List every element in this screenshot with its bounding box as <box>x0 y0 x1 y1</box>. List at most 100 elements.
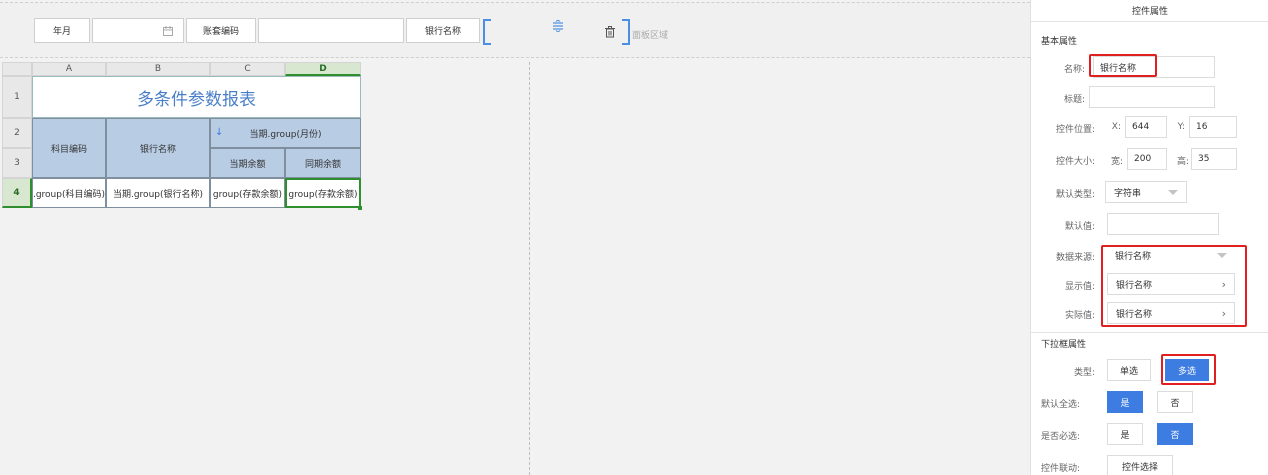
height-value: 35 <box>1198 154 1210 164</box>
position-label: 控件位置: <box>1055 125 1095 135</box>
column-header-label: B <box>154 64 162 74</box>
selection-corner <box>483 19 491 21</box>
type-label: 类型: <box>1073 368 1095 378</box>
default-value-label: 默认值: <box>1064 222 1095 232</box>
data-cell-c4[interactable]: group(存款余额) <box>210 178 285 208</box>
header-bank-name: 银行名称 <box>139 144 176 155</box>
default-all-yes-button[interactable]: 是 <box>1107 391 1143 413</box>
default-type-select[interactable]: 字符串 <box>1105 181 1187 203</box>
y-value: 16 <box>1196 122 1208 132</box>
linkage-select-button[interactable]: 控件选择 <box>1107 455 1173 475</box>
row-header-2[interactable]: 2 <box>2 118 32 148</box>
selection-corner <box>622 19 630 21</box>
row-header-1[interactable]: 1 <box>2 76 32 118</box>
basic-section-title: 基本属性 <box>1041 37 1078 47</box>
report-title: 多条件参数报表 <box>137 89 256 110</box>
column-header-b[interactable]: B <box>106 62 210 76</box>
row-header-4[interactable]: 4 <box>2 178 32 208</box>
move-handle-icon[interactable] <box>552 20 564 32</box>
yes-label: 是 <box>1120 430 1130 441</box>
width-label: 宽: <box>1110 157 1123 167</box>
cell-text: 当期.group(银行名称) <box>112 189 204 200</box>
x-input[interactable]: 644 <box>1125 116 1167 138</box>
row-header-label: 3 <box>14 158 20 168</box>
selection-corner <box>622 43 630 45</box>
header-bank-name-cell[interactable]: 银行名称 <box>106 118 210 178</box>
cell-text: group(存款余额) <box>288 189 358 200</box>
year-month-label: 年月 <box>34 18 90 43</box>
column-header-c[interactable]: C <box>210 62 285 76</box>
y-input[interactable]: 16 <box>1189 116 1237 138</box>
sheet-corner[interactable] <box>2 62 32 76</box>
linkage-label: 控件联动: <box>1041 464 1081 474</box>
width-input[interactable]: 200 <box>1127 148 1167 170</box>
row-header-label: 4 <box>13 187 20 198</box>
bank-name-selected-field[interactable] <box>483 19 630 45</box>
header-current-balance-cell[interactable]: 当期余额 <box>210 148 285 178</box>
caption-input[interactable] <box>1089 86 1215 108</box>
account-code-label: 账套编码 <box>186 18 256 43</box>
size-label: 控件大小: <box>1055 157 1095 167</box>
year-month-input[interactable] <box>92 18 184 43</box>
y-label: Y: <box>1177 122 1185 132</box>
cell-text: group(存款余额) <box>212 189 283 200</box>
width-value: 200 <box>1134 154 1152 164</box>
highlight-box <box>1161 354 1216 385</box>
properties-title: 控件属性 <box>1031 0 1268 22</box>
header-current-balance: 当期余额 <box>229 159 266 170</box>
no-label: 否 <box>1170 430 1180 441</box>
no-label: 否 <box>1170 398 1180 409</box>
data-cell-a4[interactable]: 期.group(科目编码) <box>32 178 106 208</box>
properties-title-text: 控件属性 <box>1131 7 1168 17</box>
header-same-period-balance: 同期余额 <box>304 159 341 170</box>
calendar-icon[interactable] <box>163 25 173 36</box>
expand-down-icon: ↓ <box>215 127 224 138</box>
default-all-no-button[interactable]: 否 <box>1157 391 1193 413</box>
year-month-label-text: 年月 <box>52 27 71 37</box>
x-label: X: <box>1111 122 1121 132</box>
highlight-box <box>1101 245 1247 327</box>
header-subject-code-cell[interactable]: 科目编码 <box>32 118 106 178</box>
column-header-d[interactable]: D <box>285 62 361 76</box>
canvas-divider <box>529 62 530 475</box>
default-value-input[interactable] <box>1107 213 1219 235</box>
column-header-label: D <box>319 63 327 74</box>
default-all-label: 默认全选: <box>1041 400 1081 410</box>
row-header-label: 2 <box>14 128 20 138</box>
properties-panel: 控件属性 基本属性 名称: 银行名称 标题: 控件位置: X: 644 Y: 1… <box>1030 0 1268 475</box>
bank-name-label: 银行名称 <box>406 18 480 43</box>
fill-handle[interactable] <box>358 206 362 210</box>
highlight-box <box>1089 54 1157 77</box>
header-period-group-cell[interactable]: ↓ 当期.group(月份) <box>210 118 361 148</box>
yes-label: 是 <box>1120 398 1130 409</box>
required-label: 是否必选: <box>1041 432 1081 442</box>
header-period-group: 当期.group(月份) <box>249 129 322 140</box>
height-input[interactable]: 35 <box>1191 148 1237 170</box>
selection-corner <box>483 43 491 45</box>
bank-name-label-text: 银行名称 <box>424 27 461 37</box>
section-divider <box>1031 332 1268 333</box>
single-select-button[interactable]: 单选 <box>1107 359 1151 381</box>
account-code-label-text: 账套编码 <box>202 27 239 37</box>
column-header-a[interactable]: A <box>32 62 106 76</box>
height-label: 高: <box>1176 157 1189 167</box>
caption-label: 标题: <box>1063 95 1085 105</box>
linkage-button-label: 控件选择 <box>1121 462 1158 473</box>
name-label: 名称: <box>1063 65 1085 75</box>
account-code-input[interactable] <box>258 18 404 43</box>
datasource-label: 数据来源: <box>1055 253 1095 263</box>
x-value: 644 <box>1132 122 1150 132</box>
report-title-cell[interactable]: 多条件参数报表 <box>32 76 361 118</box>
required-no-button[interactable]: 否 <box>1157 423 1193 445</box>
data-cell-b4[interactable]: 当期.group(银行名称) <box>106 178 210 208</box>
chevron-down-icon <box>1168 189 1178 195</box>
column-header-label: A <box>65 64 73 74</box>
cell-text: 期.group(科目编码) <box>32 189 105 200</box>
trash-icon[interactable] <box>604 26 616 38</box>
row-header-3[interactable]: 3 <box>2 148 32 178</box>
required-yes-button[interactable]: 是 <box>1107 423 1143 445</box>
dropdown-section-title: 下拉框属性 <box>1041 340 1087 350</box>
default-type-label: 默认类型: <box>1055 190 1095 200</box>
data-cell-d4[interactable]: group(存款余额) <box>285 178 361 208</box>
header-same-period-balance-cell[interactable]: 同期余额 <box>285 148 361 178</box>
